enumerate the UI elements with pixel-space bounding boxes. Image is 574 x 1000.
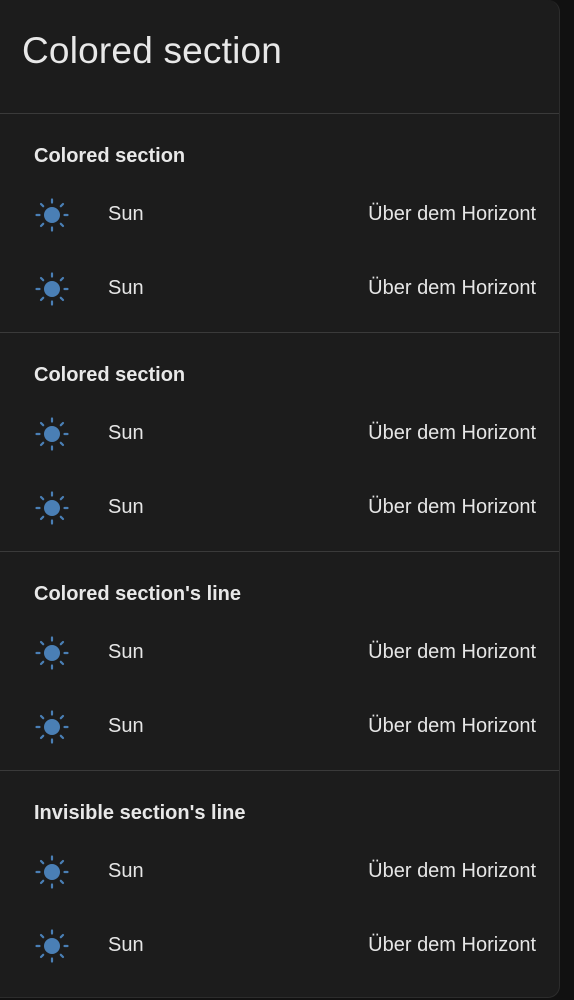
entity-row-sun[interactable]: Sun Über dem Horizont (0, 707, 559, 747)
sun-icon (34, 928, 70, 964)
sun-icon (34, 709, 70, 745)
sun-icon (34, 635, 70, 671)
entity-row-sun[interactable]: Sun Über dem Horizont (0, 414, 559, 454)
section-title: Colored section (34, 145, 186, 167)
entity-name: Sun (108, 715, 144, 737)
sun-icon (34, 490, 70, 526)
entity-name: Sun (108, 422, 144, 444)
sun-icon (34, 416, 70, 452)
entity-state: Über dem Horizont (368, 422, 536, 444)
entity-state: Über dem Horizont (368, 715, 536, 737)
entity-name: Sun (108, 934, 144, 956)
sun-icon (34, 271, 70, 307)
section-title: Colored section's line (34, 583, 242, 605)
entity-state: Über dem Horizont (368, 860, 536, 882)
entity-row-sun[interactable]: Sun Über dem Horizont (0, 633, 559, 673)
entity-name: Sun (108, 203, 144, 225)
entity-state: Über dem Horizont (368, 496, 536, 518)
entity-state: Über dem Horizont (368, 203, 536, 225)
card-header: Colored section (0, 0, 559, 114)
entity-row-sun[interactable]: Sun Über dem Horizont (0, 269, 559, 309)
sun-icon (34, 197, 70, 233)
section-4: Invisible section's line Sun Über dem Ho… (0, 771, 559, 990)
entities-card: Colored section Colored section Sun Über… (0, 0, 560, 998)
entity-state: Über dem Horizont (368, 934, 536, 956)
section-2: Colored section Sun Über dem Horizont Su… (0, 333, 559, 552)
entity-name: Sun (108, 496, 144, 518)
entity-state: Über dem Horizont (368, 641, 536, 663)
entity-name: Sun (108, 860, 144, 882)
entity-name: Sun (108, 641, 144, 663)
sun-icon (34, 854, 70, 890)
card-title: Colored section (22, 30, 283, 71)
section-1: Colored section Sun Über dem Horizont Su… (0, 114, 559, 333)
section-title: Invisible section's line (34, 802, 246, 824)
entity-state: Über dem Horizont (368, 277, 536, 299)
entity-row-sun[interactable]: Sun Über dem Horizont (0, 926, 559, 966)
entity-row-sun[interactable]: Sun Über dem Horizont (0, 488, 559, 528)
entity-name: Sun (108, 277, 144, 299)
entity-row-sun[interactable]: Sun Über dem Horizont (0, 852, 559, 892)
section-3: Colored section's line Sun Über dem Hori… (0, 552, 559, 771)
entity-row-sun[interactable]: Sun Über dem Horizont (0, 195, 559, 235)
section-title: Colored section (34, 364, 186, 386)
